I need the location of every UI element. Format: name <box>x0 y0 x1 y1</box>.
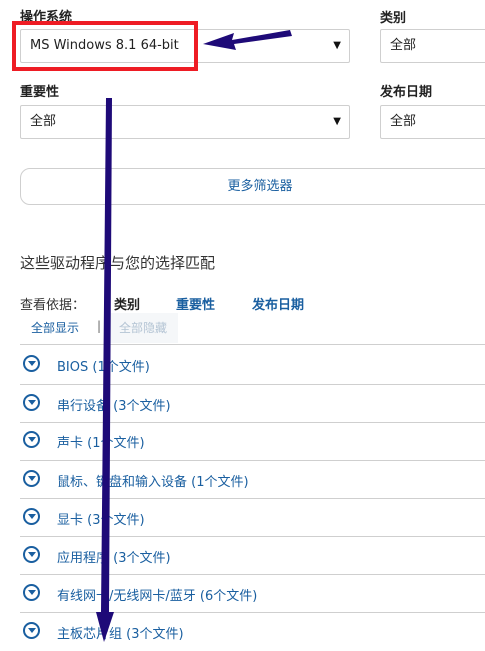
hide-all-button[interactable]: 全部隐藏 <box>108 313 178 343</box>
expand-circle-icon[interactable] <box>23 394 40 411</box>
more-filters-button[interactable]: 更多筛选器 <box>20 168 485 205</box>
list-item[interactable]: 声卡 (1个文件) <box>20 422 485 460</box>
category-select[interactable]: 全部 <box>380 29 485 63</box>
release-date-label: 发布日期 <box>380 85 433 100</box>
list-item[interactable]: 应用程序 (3个文件) <box>20 537 485 575</box>
sort-by-importance[interactable]: 重要性 <box>176 294 215 313</box>
category-select-value: 全部 <box>390 38 417 53</box>
list-item[interactable]: 主板芯片组 (3个文件) <box>20 613 485 651</box>
category-name[interactable]: 声卡 (1个文件) <box>57 432 145 451</box>
results-title: 这些驱动程序与您的选择匹配 <box>20 254 216 272</box>
category-name[interactable]: 串行设备 (3个文件) <box>57 395 171 414</box>
list-item[interactable]: 鼠标、键盘和输入设备 (1个文件) <box>20 461 485 499</box>
chevron-down-icon: ▼ <box>333 40 341 51</box>
highlight-box <box>12 21 198 71</box>
view-by-label: 查看依据： <box>20 298 86 313</box>
expand-circle-icon[interactable] <box>23 546 40 563</box>
release-date-select[interactable]: 全部 <box>380 105 485 139</box>
category-name[interactable]: 鼠标、键盘和输入设备 (1个文件) <box>57 471 249 490</box>
expand-circle-icon[interactable] <box>23 622 40 639</box>
expand-circle-icon[interactable] <box>23 470 40 487</box>
list-item[interactable]: 显卡 (3个文件) <box>20 499 485 537</box>
category-name[interactable]: 显卡 (3个文件) <box>57 509 145 528</box>
category-label: 类别 <box>380 11 407 26</box>
list-item[interactable]: 串行设备 (3个文件) <box>20 385 485 423</box>
expand-circle-icon[interactable] <box>23 431 40 448</box>
category-name[interactable]: 应用程序 (3个文件) <box>57 547 171 566</box>
chevron-down-icon: ▼ <box>333 116 341 127</box>
importance-select[interactable]: 全部 ▼ <box>20 105 350 139</box>
list-item[interactable]: BIOS (1个文件) <box>20 346 485 384</box>
category-name[interactable]: BIOS (1个文件) <box>57 356 150 375</box>
expand-circle-icon[interactable] <box>23 508 40 525</box>
expand-circle-icon[interactable] <box>23 355 40 372</box>
sort-by-release-date[interactable]: 发布日期 <box>252 294 304 313</box>
importance-select-value: 全部 <box>30 114 57 129</box>
sort-by-category[interactable]: 类别 <box>114 294 140 313</box>
category-name[interactable]: 主板芯片组 (3个文件) <box>57 623 184 642</box>
divider <box>20 344 485 345</box>
list-item[interactable]: 有线网卡/无线网卡/蓝牙 (6个文件) <box>20 575 485 613</box>
release-date-select-value: 全部 <box>390 114 417 129</box>
separator: | <box>97 319 102 333</box>
importance-label: 重要性 <box>20 85 60 100</box>
category-name[interactable]: 有线网卡/无线网卡/蓝牙 (6个文件) <box>57 585 257 604</box>
show-all-link[interactable]: 全部显示 <box>31 319 79 336</box>
expand-circle-icon[interactable] <box>23 584 40 601</box>
